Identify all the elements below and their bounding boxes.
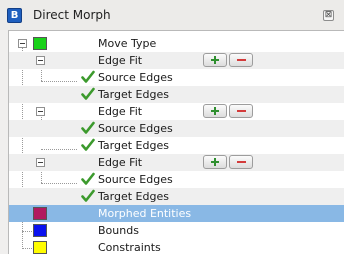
minus-icon <box>237 59 246 61</box>
check-icon <box>81 189 95 202</box>
add-button[interactable] <box>203 104 227 118</box>
add-button[interactable] <box>203 53 227 67</box>
tree-item-label: Target Edges <box>98 139 169 152</box>
check-icon <box>81 87 95 100</box>
collapse-toggle[interactable] <box>36 107 45 116</box>
direct-morph-panel: B Direct Morph ⊠ Move Type Edge Fit Sour… <box>0 0 344 254</box>
tree-item-label: Source Edges <box>98 122 173 135</box>
add-button[interactable] <box>203 155 227 169</box>
collapse-toggle[interactable] <box>36 56 45 65</box>
tree-item-label: Target Edges <box>98 88 169 101</box>
tree-row-bounds[interactable]: Bounds <box>9 222 344 239</box>
tree-row-move-type[interactable]: Move Type <box>9 35 344 52</box>
remove-button[interactable] <box>229 104 253 118</box>
tree-row-edge-fit[interactable]: Edge Fit <box>9 154 344 171</box>
tree-item-label: Morphed Entities <box>98 207 192 220</box>
tree-row-target-edges[interactable]: Target Edges <box>9 86 344 103</box>
collapse-toggle[interactable] <box>36 158 45 167</box>
constraints-color-swatch[interactable] <box>33 241 47 254</box>
plus-icon <box>211 56 219 64</box>
move-type-color-swatch[interactable] <box>33 37 47 50</box>
tree-item-label: Source Edges <box>98 173 173 186</box>
tree-row-constraints[interactable]: Constraints <box>9 239 344 254</box>
minus-icon <box>237 161 246 163</box>
plus-icon <box>211 107 219 115</box>
tree-item-label: Edge Fit <box>98 105 143 118</box>
minus-icon <box>237 110 246 112</box>
tree-item-label: Move Type <box>98 37 157 50</box>
tree-row-source-edges[interactable]: Source Edges <box>9 69 344 86</box>
tree-item-label: Target Edges <box>98 190 169 203</box>
tree-row-target-edges[interactable]: Target Edges <box>9 188 344 205</box>
check-icon <box>81 172 95 185</box>
panel-title: Direct Morph <box>33 8 111 22</box>
panel-titlebar: B Direct Morph ⊠ <box>0 0 344 30</box>
tree-item-label: Source Edges <box>98 71 173 84</box>
check-icon <box>81 138 95 151</box>
collapse-toggle[interactable] <box>18 39 27 48</box>
close-icon[interactable]: ⊠ <box>323 10 334 21</box>
direct-morph-app-icon: B <box>7 8 22 23</box>
check-icon <box>81 70 95 83</box>
tree-row-edge-fit[interactable]: Edge Fit <box>9 103 344 120</box>
tree-item-label: Edge Fit <box>98 54 143 67</box>
remove-button[interactable] <box>229 53 253 67</box>
plus-icon <box>211 158 219 166</box>
tree-item-label: Bounds <box>98 224 139 237</box>
check-icon <box>81 121 95 134</box>
morph-tree: Move Type Edge Fit Source Edges Target E… <box>8 30 344 254</box>
tree-item-label: Edge Fit <box>98 156 143 169</box>
morphed-entities-color-swatch[interactable] <box>33 207 47 220</box>
remove-button[interactable] <box>229 155 253 169</box>
tree-row-morphed-entities[interactable]: Morphed Entities <box>9 205 344 222</box>
tree-row-edge-fit[interactable]: Edge Fit <box>9 52 344 69</box>
tree-row-target-edges[interactable]: Target Edges <box>9 137 344 154</box>
tree-row-source-edges[interactable]: Source Edges <box>9 171 344 188</box>
tree-row-source-edges[interactable]: Source Edges <box>9 120 344 137</box>
tree-item-label: Constraints <box>98 241 161 254</box>
bounds-color-swatch[interactable] <box>33 224 47 237</box>
